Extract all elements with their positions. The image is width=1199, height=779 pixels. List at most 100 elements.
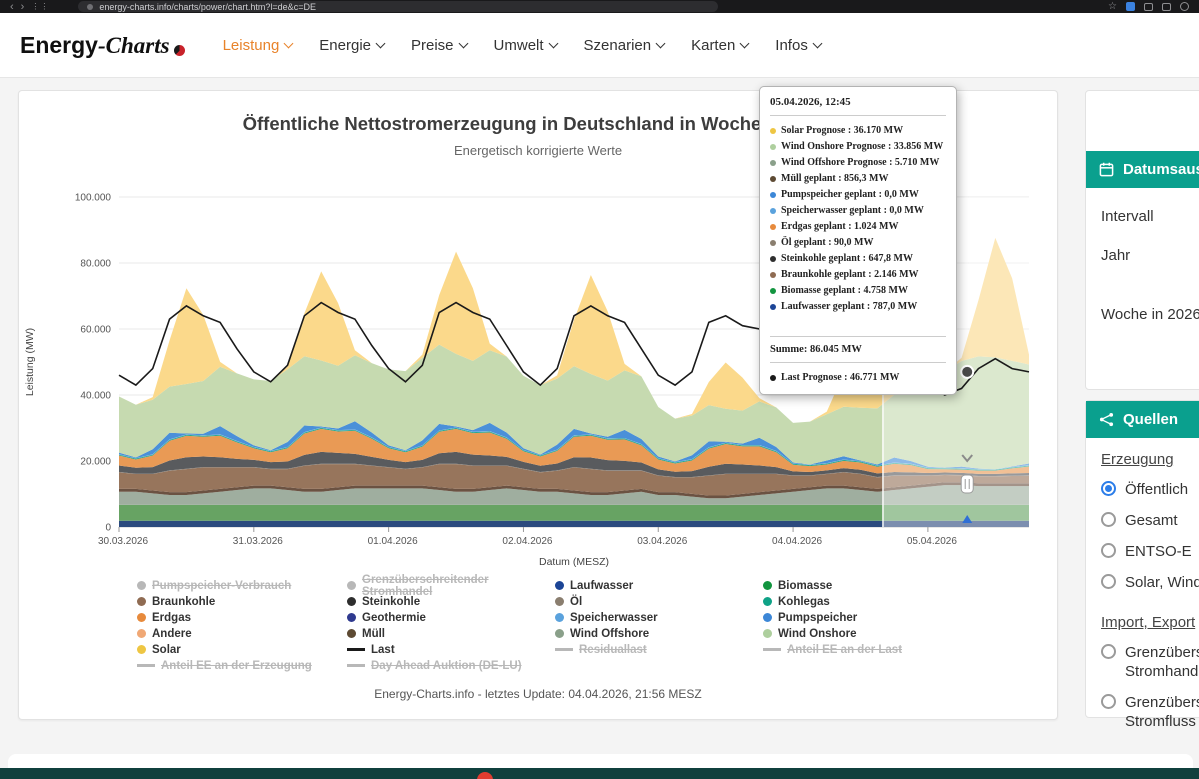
legend-item[interactable]: Solar [137,643,347,656]
legend-item[interactable]: Anteil EE an der Erzeugung [137,659,347,672]
radio-label: Grenzüberschreitender Stromfluss [1125,694,1199,730]
tooltip-divider [770,336,946,337]
drag-handle[interactable] [960,474,974,494]
tooltip-row-text: Wind Onshore Prognose : 33.856 MW [781,141,944,152]
legend-label: Andere [152,627,192,640]
nav-item-label: Leistung [222,36,280,54]
legend-item[interactable]: Müll [347,627,555,640]
chevron-down-icon [812,38,823,48]
extension-icon[interactable] [1126,2,1135,11]
erzeugung-section-label[interactable]: Erzeugung [1101,451,1199,468]
chart-legend: Pumpspeicher-Verbrauch Braunkohle Erdgas An… [137,574,973,672]
tooltip-row: Erdgas geplant : 1.024 MW [770,219,946,235]
legend-dot-icon [763,597,772,606]
legend-item[interactable]: Kohlegas [763,595,973,608]
tab-overview-icon[interactable] [1144,2,1153,11]
legend-item[interactable]: Speicherwasser [555,611,763,624]
x-tick-label: 04.04.2026 [772,536,822,547]
nav-item-karten[interactable]: Karten [691,36,750,54]
nav-item-szenarien[interactable]: Szenarien [584,37,666,54]
window-icon[interactable] [1162,2,1171,11]
nav-item-preise[interactable]: Preise [411,36,468,54]
x-tick-label: 02.04.2026 [502,536,552,547]
profile-icon[interactable] [1180,2,1189,11]
nav-item-label: Karten [691,36,736,54]
radio-icon[interactable] [1101,512,1116,527]
legend-label: Biomasse [778,579,833,592]
social-icon[interactable] [477,772,493,779]
forward-icon[interactable]: › [21,1,25,12]
y-tick-label: 0 [105,523,111,534]
radio-selected-icon[interactable] [1101,481,1116,496]
legend-label: Grenzüberschreitender Stromhandel [362,573,489,598]
date-option-label[interactable]: Woche in 2026 [1101,306,1199,323]
legend-item[interactable]: Grenzüberschreitender Stromhandel [347,574,555,598]
import-export-section-label[interactable]: Import, Export [1101,614,1199,631]
legend-item[interactable]: Andere [137,627,347,640]
legend-item[interactable]: Steinkohle [347,595,555,608]
radio-icon[interactable] [1101,694,1116,709]
legend-dot-icon [137,597,146,606]
legend-item[interactable]: Braunkohle [137,595,347,608]
hover-marker[interactable] [960,364,975,379]
legend-item[interactable]: Pumpspeicher [763,611,973,624]
legend-item[interactable]: Anteil EE an der Last [763,643,973,656]
tooltip-row-text: Müll geplant : 856,3 MW [781,173,889,184]
legend-item[interactable]: Wind Offshore [555,627,763,640]
legend-item[interactable]: Last [347,643,555,656]
radio-icon[interactable] [1101,543,1116,558]
legend-dot-icon [137,613,146,622]
nav-item-label: Infos [775,36,808,54]
legend-label: Wind Onshore [778,627,857,640]
site-info-icon[interactable] [87,3,94,10]
legend-dot-icon [763,613,772,622]
legend-item[interactable]: Residuallast [555,643,763,656]
energy-charts-logo[interactable]: Energy -Charts [20,32,185,59]
import-options: Grenzüberschreitender Stromhandel Grenzüb… [1101,643,1199,731]
legend-label: Geothermie [362,611,426,624]
nav-item-label: Preise [411,36,454,54]
address-bar[interactable]: energy-charts.info/charts/power/chart.ht… [78,1,719,12]
bookmark-star-icon[interactable]: ☆ [1108,1,1117,12]
radio-option-erzeugung[interactable]: ENTSO-E [1101,542,1199,561]
radio-option-erzeugung[interactable]: Öffentlich [1101,480,1199,499]
radio-option-import[interactable]: Grenzüberschreitender Stromfluss [1101,693,1199,731]
y-tick-label: 80.000 [80,259,111,270]
nav-item-energie[interactable]: Energie [319,37,386,54]
date-option-label[interactable]: Intervall [1101,208,1199,225]
y-tick-label: 20.000 [80,457,111,468]
tooltip-row: Pumpspeicher geplant : 0,0 MW [770,187,946,203]
back-icon[interactable]: ‹ [10,1,14,12]
sources-body: Erzeugung Öffentlich Gesamt ENTSO-E Solar, … [1086,438,1199,731]
legend-item[interactable]: Erdgas [137,611,347,624]
legend-item[interactable]: Laufwasser [555,579,763,592]
legend-item[interactable]: Geothermie [347,611,555,624]
date-option-label[interactable]: Jahr [1101,247,1199,264]
legend-item[interactable]: Öl [555,595,763,608]
x-tick-label: 05.04.2026 [907,536,957,547]
tooltip-last-text: Last Prognose : 46.771 MW [781,372,900,383]
legend-label: Speicherwasser [570,611,658,624]
date-selection-title: Datumsauswahl [1123,161,1199,178]
logo-dot-icon [173,44,185,56]
radio-option-import[interactable]: Grenzüberschreitender Stromhandel [1101,643,1199,681]
radio-option-erzeugung[interactable]: Solar, Wind [1101,573,1199,592]
tooltip-row: Wind Onshore Prognose : 33.856 MW [770,139,946,155]
legend-dot-icon [347,597,356,606]
series-bullet-icon [770,256,776,262]
radio-option-erzeugung[interactable]: Gesamt [1101,511,1199,530]
nav-item-infos[interactable]: Infos [775,36,823,54]
legend-item[interactable]: Biomasse [763,579,973,592]
tooltip-row-text: Laufwasser geplant : 787,0 MW [781,301,918,312]
apps-grid-icon[interactable]: ⋮⋮ [31,2,49,11]
date-selection-header: Datumsauswahl [1086,151,1199,188]
nav-item-leistung[interactable]: Leistung [222,36,294,54]
nav-item-umwelt[interactable]: Umwelt [494,37,558,54]
legend-item[interactable]: Day Ahead Auktion (DE-LU) [347,659,555,672]
radio-icon[interactable] [1101,574,1116,589]
legend-item[interactable]: Wind Onshore [763,627,973,640]
radio-icon[interactable] [1101,644,1116,659]
sources-header: Quellen [1086,401,1199,438]
tooltip-row-text: Pumpspeicher geplant : 0,0 MW [781,189,919,200]
legend-item[interactable]: Pumpspeicher-Verbrauch [137,579,347,592]
